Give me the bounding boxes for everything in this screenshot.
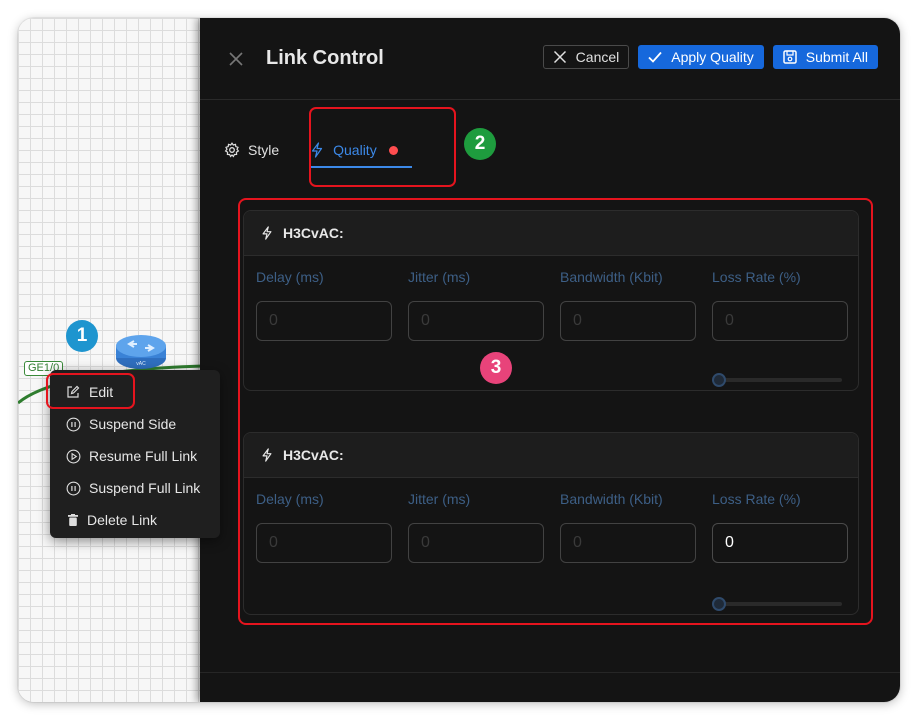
step-badge-2: 2 <box>464 128 496 160</box>
menu-item-resume-full-link[interactable]: Resume Full Link <box>50 440 220 472</box>
device-icon-label: vAC <box>136 361 146 367</box>
menu-item-suspend-side[interactable]: Suspend Side <box>50 408 220 440</box>
quality-panel-highlight-box <box>238 198 873 625</box>
menu-item-suspend-full-link[interactable]: Suspend Full Link <box>50 472 220 504</box>
close-icon <box>553 50 567 64</box>
drawer-title: Link Control <box>266 47 384 69</box>
cancel-button[interactable]: Cancel <box>542 45 630 69</box>
menu-item-delete-link[interactable]: Delete Link <box>50 504 220 536</box>
quality-tab-highlight-box <box>309 107 456 187</box>
gear-icon <box>224 142 240 158</box>
drawer-footer <box>200 672 900 702</box>
cancel-label: Cancel <box>575 49 620 65</box>
menu-item-label: Delete Link <box>87 512 158 528</box>
apply-quality-button[interactable]: Apply Quality <box>638 45 764 69</box>
trash-icon <box>67 512 79 528</box>
check-icon <box>648 50 662 64</box>
play-circle-icon <box>65 448 81 464</box>
menu-item-label: Suspend Side <box>89 416 177 432</box>
save-icon <box>783 50 797 64</box>
topology-canvas[interactable]: GE1/0 vAC 1?.10 <box>18 18 203 702</box>
apply-quality-label: Apply Quality <box>671 49 754 65</box>
tab-style[interactable]: Style <box>224 135 279 165</box>
pause-circle-icon <box>65 416 81 432</box>
submit-all-label: Submit All <box>805 49 868 65</box>
pause-circle-icon <box>65 480 81 496</box>
header-actions: Cancel Apply Quality Submit All <box>542 45 878 69</box>
step-badge-1: 1 <box>66 320 98 352</box>
tab-style-label: Style <box>248 142 280 158</box>
edit-highlight-box <box>46 373 135 409</box>
menu-item-label: Suspend Full Link <box>89 480 201 496</box>
submit-all-button[interactable]: Submit All <box>772 45 878 69</box>
step-badge-3: 3 <box>480 352 512 384</box>
close-icon[interactable] <box>228 51 244 67</box>
menu-item-label: Resume Full Link <box>89 448 198 464</box>
app-window: GE1/0 vAC 1?.10 Link Control Cancel <box>18 18 900 702</box>
router-device-icon[interactable]: vAC <box>114 332 168 372</box>
